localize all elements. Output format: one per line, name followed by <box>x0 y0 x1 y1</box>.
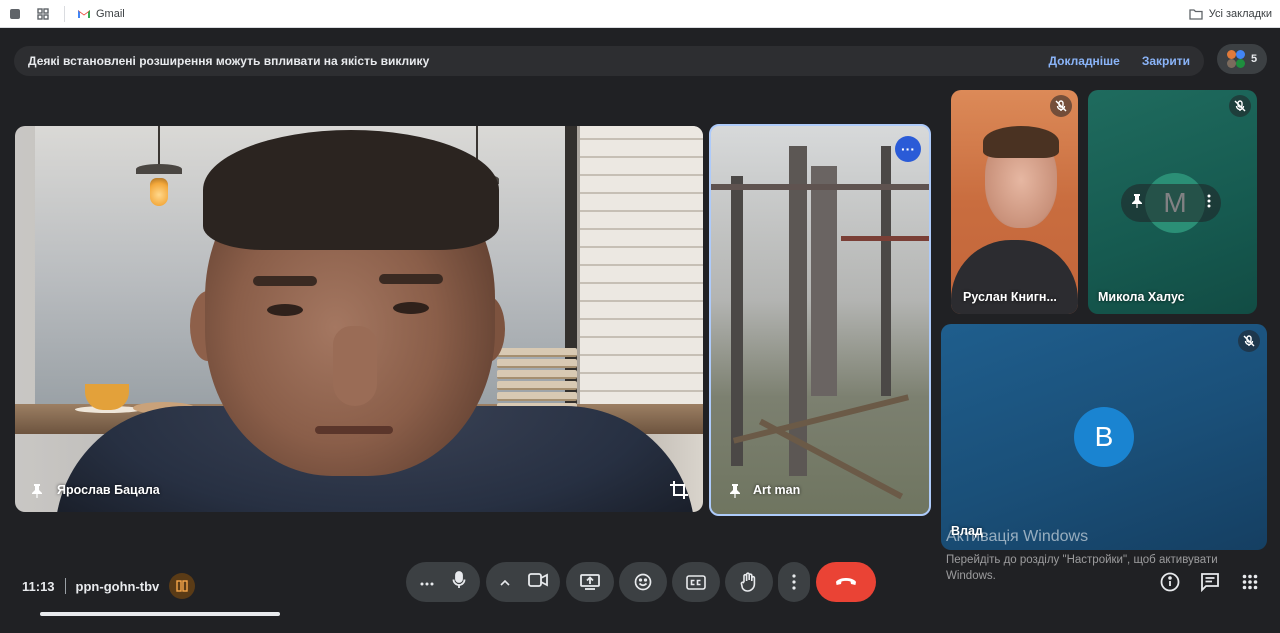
crop-frame-icon[interactable] <box>669 480 689 505</box>
speaker-mouth <box>315 426 393 434</box>
gmail-icon <box>78 10 90 18</box>
speaker-brow <box>253 276 317 286</box>
more-options-button[interactable] <box>778 562 810 602</box>
hand-icon <box>740 572 756 592</box>
activities-button[interactable] <box>1238 570 1262 594</box>
captions-button[interactable] <box>672 562 720 602</box>
participant-avatars-icon <box>1226 50 1245 68</box>
avatar: B <box>1074 407 1134 467</box>
banner-message: Деякі встановлені розширення можуть впли… <box>28 54 430 68</box>
meeting-info: 11:13 ppn-gohn-tbv <box>22 573 196 599</box>
captions-icon <box>686 574 706 590</box>
audio-options-icon[interactable] <box>420 573 434 591</box>
folder-icon <box>1189 8 1203 20</box>
muted-mic-icon <box>1229 95 1251 117</box>
participants-count: 5 <box>1250 53 1258 65</box>
mic-group <box>406 562 480 602</box>
meeting-details-button[interactable] <box>1158 570 1182 594</box>
chat-icon <box>1201 573 1219 592</box>
meeting-info-divider <box>64 578 66 594</box>
background-brick-wall <box>580 126 703 426</box>
bookmark-gmail[interactable]: Gmail <box>77 8 125 20</box>
emoji-icon <box>634 573 652 591</box>
all-bookmarks-label: Усі закладки <box>1208 7 1272 20</box>
chat-button[interactable] <box>1198 570 1222 594</box>
speaker-nose <box>333 326 377 406</box>
scene-beam <box>841 236 929 241</box>
close-banner-button[interactable]: Закрити <box>1142 54 1190 68</box>
video-tile-vlad[interactable]: B Влад <box>941 324 1267 550</box>
lamp-cord <box>158 126 160 166</box>
book-stack <box>497 348 577 414</box>
present-screen-icon <box>580 574 600 590</box>
all-bookmarks[interactable]: Усі закладки <box>1189 8 1272 20</box>
apps-icon <box>1242 574 1258 590</box>
camera-icon[interactable] <box>528 572 548 592</box>
bookmarks-divider <box>64 5 65 22</box>
sidebar-toggle-icon[interactable] <box>8 7 22 21</box>
scene-column <box>811 166 837 396</box>
learn-more-link[interactable]: Докладніше <box>1048 54 1119 68</box>
participant-name: Руслан Книгн... <box>963 290 1057 304</box>
video-tile-mykola[interactable]: M Микола Халус <box>1088 90 1257 314</box>
bottom-progress-strip <box>40 612 280 616</box>
pin-icon[interactable] <box>1131 193 1143 213</box>
more-vert-icon <box>792 574 796 590</box>
speaker-eye <box>393 302 429 314</box>
ruslan-hair <box>983 126 1059 158</box>
video-tile-main[interactable]: Ярослав Бацала <box>15 126 703 512</box>
avatar-initial: B <box>1094 421 1114 452</box>
meeting-code[interactable]: ppn-gohn-tbv <box>76 579 160 594</box>
video-tile-art-man[interactable]: ··· Art man <box>709 124 931 516</box>
video-tile-ruslan[interactable]: Руслан Книгн... <box>951 90 1078 314</box>
meeting-time: 11:13 <box>22 578 55 594</box>
leave-call-button[interactable] <box>816 562 876 602</box>
participants-button[interactable]: 5 <box>1217 44 1267 74</box>
more-vert-icon[interactable] <box>1207 194 1211 213</box>
participant-name: Ярослав Бацала <box>57 483 160 497</box>
emoji-button[interactable] <box>619 562 667 602</box>
mic-icon[interactable] <box>452 570 466 594</box>
raise-hand-button[interactable] <box>725 562 773 602</box>
call-end-icon <box>836 578 856 585</box>
participant-name: Art man <box>753 483 801 497</box>
present-button[interactable] <box>566 562 614 602</box>
bookmark-gmail-label: Gmail <box>96 7 125 20</box>
speaker-hair <box>203 130 499 250</box>
muted-mic-icon <box>1238 330 1260 352</box>
tile-options-button[interactable]: ··· <box>895 136 921 162</box>
host-controls-icon[interactable] <box>169 573 196 599</box>
muted-mic-icon <box>1050 95 1072 117</box>
tile-hover-controls <box>1121 184 1221 222</box>
speaker-eye <box>267 304 303 316</box>
activation-title: Активація Windows <box>946 528 1089 545</box>
pin-icon[interactable] <box>729 484 741 503</box>
bookmarks-bar: Gmail Усі закладки <box>0 0 1280 28</box>
lamp-bulb <box>150 178 168 206</box>
camera-group <box>486 562 560 602</box>
participant-name: Микола Халус <box>1098 290 1185 304</box>
scene-plank <box>732 394 910 444</box>
speaker-brow <box>379 274 443 284</box>
scene-column <box>731 176 743 466</box>
extensions-warning-banner: Деякі встановлені розширення можуть впли… <box>14 46 1204 76</box>
lamp-shade <box>136 164 182 174</box>
scene-beam <box>711 184 929 190</box>
info-icon <box>1160 572 1180 592</box>
pin-icon[interactable] <box>31 484 43 503</box>
video-options-chevron-icon[interactable] <box>500 573 510 591</box>
apps-grid-icon[interactable] <box>36 7 50 21</box>
